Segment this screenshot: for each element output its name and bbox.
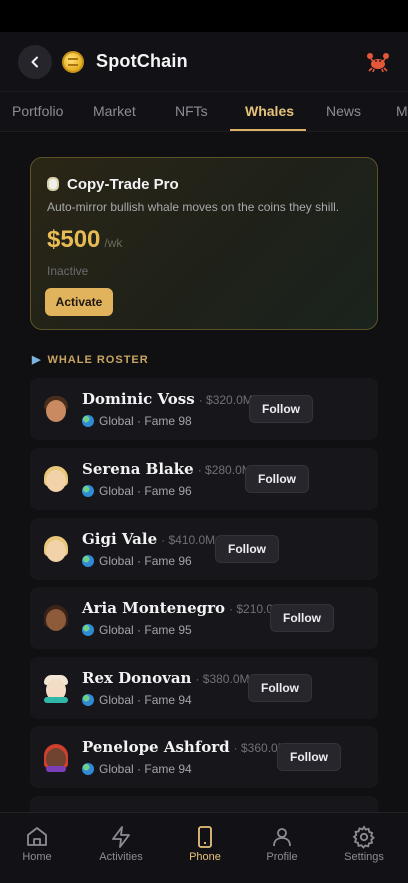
whale-meta: Global · Fame 96: [82, 484, 192, 498]
app-header: SpotChain: [0, 32, 408, 92]
tab-nfts[interactable]: NFTs: [175, 103, 208, 119]
whale-card[interactable]: Aria Montenegro · $210.0M Global · Fame 9…: [30, 587, 378, 649]
promo-description: Auto-mirror bullish whale moves on the c…: [47, 200, 340, 214]
whales-content[interactable]: Copy-Trade Pro Auto-mirror bullish whale…: [0, 132, 408, 812]
promo-status: Inactive: [47, 264, 89, 278]
whale-name: Serena Blake · $280.0M: [82, 460, 252, 478]
follow-button[interactable]: Follow: [249, 395, 313, 423]
app-title: SpotChain: [96, 51, 188, 71]
whale-meta: Global · Fame 95: [82, 623, 192, 637]
promo-price: $500/wk: [47, 226, 123, 253]
phone-icon: [198, 826, 212, 848]
whale-card[interactable]: Penelope Ashford · $360.0M Global · Fame …: [30, 726, 378, 788]
whale-name: Penelope Ashford · $360.0M: [82, 738, 288, 756]
crab-icon[interactable]: [366, 50, 390, 78]
whale-card[interactable]: Rex Donovan · $380.0M Global · Fame 94 Fo…: [30, 657, 378, 719]
avatar: [44, 744, 68, 772]
back-button[interactable]: [18, 45, 52, 79]
whale-card[interactable]: Dominic Voss · $320.0M Global · Fame 98 F…: [30, 378, 378, 440]
gear-icon: [352, 825, 375, 849]
copy-trade-promo-card: Copy-Trade Pro Auto-mirror bullish whale…: [30, 157, 378, 330]
globe-icon: [82, 485, 94, 497]
whale-name: Rex Donovan · $380.0M: [82, 669, 250, 687]
whale-card[interactable]: Gigi Vale · $410.0M Global · Fame 96 Foll…: [30, 518, 378, 580]
watch-icon: [47, 177, 59, 191]
follow-button[interactable]: Follow: [270, 604, 334, 632]
avatar: [44, 466, 68, 492]
whale-worth: · $410.0M: [161, 533, 216, 547]
promo-title: Copy-Trade Pro: [47, 176, 179, 193]
tab-bar: Portfolio Market NFTs Whales News M: [0, 92, 408, 132]
whale-meta: Global · Fame 96: [82, 554, 192, 568]
whale-icon: ▶: [32, 354, 42, 366]
active-tab-indicator: [230, 129, 306, 131]
whale-worth: · $320.0M: [198, 393, 253, 407]
avatar: [44, 396, 68, 422]
avatar: [44, 536, 68, 562]
avatar: [44, 675, 68, 703]
whale-worth: · $380.0M: [195, 672, 250, 686]
tab-portfolio[interactable]: Portfolio: [12, 103, 63, 119]
nav-settings[interactable]: Settings: [323, 813, 405, 883]
chevron-left-icon: [31, 56, 38, 68]
follow-button[interactable]: Follow: [215, 535, 279, 563]
user-icon: [273, 828, 291, 847]
lightning-icon: [112, 826, 130, 848]
avatar: [44, 605, 68, 631]
follow-button[interactable]: Follow: [277, 743, 341, 771]
whale-name: Gigi Vale · $410.0M: [82, 530, 216, 548]
whale-card[interactable]: [30, 796, 378, 812]
tab-whales[interactable]: Whales: [245, 103, 294, 119]
whale-meta: Global · Fame 98: [82, 414, 192, 428]
follow-button[interactable]: Follow: [248, 674, 312, 702]
whale-name: Aria Montenegro · $210.0M: [82, 599, 284, 617]
whale-meta: Global · Fame 94: [82, 693, 192, 707]
tab-more[interactable]: M: [396, 103, 408, 119]
status-bar: [0, 0, 408, 32]
bottom-nav: Home Activities Phone Profile Settings: [0, 812, 408, 883]
nav-profile[interactable]: Profile: [241, 813, 323, 883]
home-icon: [27, 827, 47, 846]
nav-phone[interactable]: Phone: [164, 813, 246, 883]
whale-name: Dominic Voss · $320.0M: [82, 390, 253, 408]
nav-activities[interactable]: Activities: [80, 813, 162, 883]
gold-coin-icon: [62, 51, 84, 73]
promo-price-unit: /wk: [104, 236, 123, 250]
globe-icon: [82, 415, 94, 427]
globe-icon: [82, 555, 94, 567]
section-label: ▶ WHALE ROSTER: [32, 354, 149, 366]
follow-button[interactable]: Follow: [245, 465, 309, 493]
whale-meta: Global · Fame 94: [82, 762, 192, 776]
globe-icon: [82, 694, 94, 706]
tab-market[interactable]: Market: [93, 103, 136, 119]
tab-news[interactable]: News: [326, 103, 361, 119]
nav-home[interactable]: Home: [0, 813, 78, 883]
activate-button[interactable]: Activate: [45, 288, 113, 316]
globe-icon: [82, 763, 94, 775]
whale-card[interactable]: Serena Blake · $280.0M Global · Fame 96 F…: [30, 448, 378, 510]
globe-icon: [82, 624, 94, 636]
whale-worth: · $280.0M: [197, 463, 252, 477]
